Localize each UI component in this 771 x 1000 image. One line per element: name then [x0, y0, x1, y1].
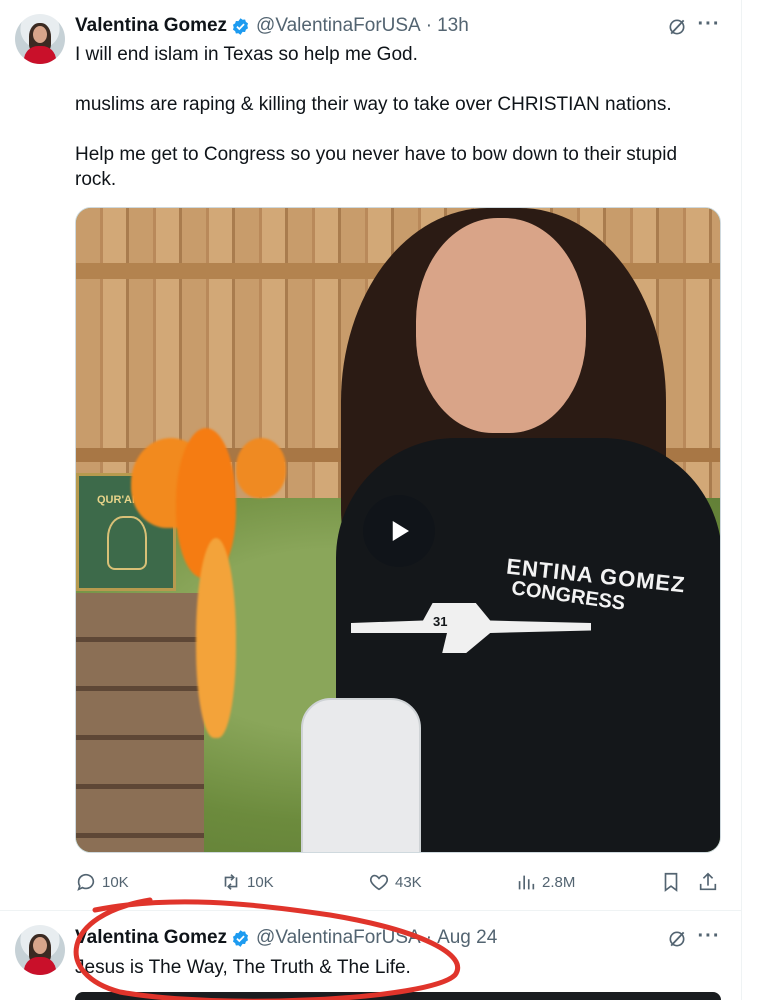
flamethrower: [301, 698, 421, 852]
action-bar: 10K 10K 43K 2.8M: [75, 868, 721, 896]
more-icon[interactable]: ···: [697, 924, 721, 948]
like-icon: [369, 874, 389, 891]
video-player[interactable]: QUR'AN ENTINA GOMEZ CONGRESS 31: [75, 207, 721, 853]
views-button[interactable]: 2.8M: [515, 868, 575, 896]
rifle-number: 31: [433, 614, 448, 629]
play-button[interactable]: [363, 495, 435, 567]
tweet-paragraph: muslims are raping & killing their way t…: [75, 94, 672, 115]
column-divider: [741, 0, 742, 1000]
bookmark-icon: [664, 872, 678, 892]
share-icon: [699, 872, 717, 891]
more-icon[interactable]: ···: [697, 12, 721, 36]
timestamp[interactable]: 13h: [437, 15, 469, 37]
reply-button[interactable]: 10K: [75, 868, 129, 896]
repost-button[interactable]: 10K: [220, 868, 274, 896]
author-name[interactable]: Valentina Gomez: [75, 927, 227, 949]
tweet-paragraph: Help me get to Congress so you never hav…: [75, 144, 678, 190]
tweet-header: Valentina Gomez @ValentinaForUSA · Aug 2…: [75, 926, 497, 950]
grok-icon[interactable]: [665, 927, 689, 951]
author-handle[interactable]: @ValentinaForUSA: [256, 927, 421, 949]
like-button[interactable]: 43K: [368, 868, 422, 896]
tweet-header: Valentina Gomez @ValentinaForUSA · 13h: [75, 14, 469, 38]
views-count: 2.8M: [542, 873, 576, 891]
dot-separator: ·: [425, 15, 433, 36]
brick-pillar: [76, 593, 204, 852]
verified-badge-icon: [233, 17, 249, 35]
tweet-divider: [0, 910, 741, 911]
repost-icon: [224, 874, 238, 890]
tweet-paragraph: I will end islam in Texas so help me God…: [75, 44, 418, 65]
tweet-paragraph: Jesus is The Way, The Truth & The Life.: [75, 957, 411, 978]
play-icon: [392, 521, 409, 541]
dot-separator: ·: [425, 927, 433, 948]
media-preview[interactable]: [75, 992, 721, 1000]
reply-count: 10K: [102, 873, 129, 891]
grok-icon[interactable]: [665, 15, 689, 39]
like-count: 43K: [395, 873, 422, 891]
avatar[interactable]: [15, 925, 65, 975]
verified-badge-icon: [233, 929, 249, 947]
bookmark-button[interactable]: [660, 868, 687, 896]
author-handle[interactable]: @ValentinaForUSA: [256, 15, 421, 37]
reply-icon: [77, 873, 95, 891]
share-button[interactable]: [697, 868, 724, 896]
author-name[interactable]: Valentina Gomez: [75, 15, 227, 37]
timestamp[interactable]: Aug 24: [437, 927, 497, 949]
avatar[interactable]: [15, 14, 65, 64]
tweet-text: I will end islam in Texas so help me God…: [75, 42, 715, 192]
tweet-text: Jesus is The Way, The Truth & The Life.: [75, 955, 715, 980]
views-icon: [518, 875, 535, 890]
repost-count: 10K: [247, 873, 274, 891]
